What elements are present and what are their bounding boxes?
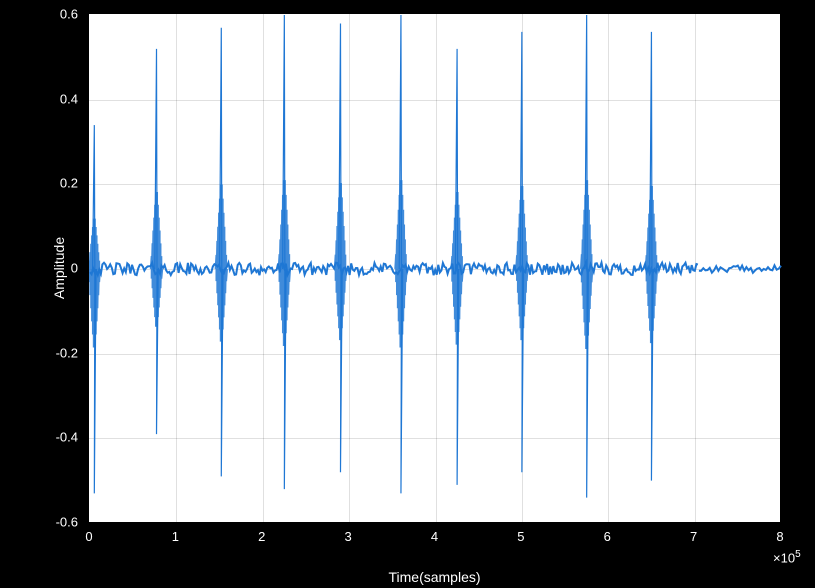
x-tick-label: 6 [604, 529, 611, 544]
y-tick-label: -0.4 [44, 430, 78, 445]
x-tick-label: 8 [776, 529, 783, 544]
y-tick-label: 0.6 [44, 7, 78, 22]
series-baseline [90, 263, 781, 276]
plot-area [88, 13, 781, 523]
impulse-ringing [646, 186, 656, 343]
x-tick-label: 3 [345, 529, 352, 544]
impulse-ringing [216, 185, 226, 342]
x-tick-label: 5 [517, 529, 524, 544]
x-tick-label: 7 [690, 529, 697, 544]
impulse-ringing [279, 180, 289, 346]
impulse-ringing [396, 180, 406, 347]
y-tick-label: 0.4 [44, 91, 78, 106]
x-tick-label: 4 [431, 529, 438, 544]
impulse-ringing [581, 180, 591, 349]
y-tick-label: 0.2 [44, 176, 78, 191]
impulse-ringing [335, 183, 345, 340]
x-axis-label: Time(samples) [388, 569, 480, 585]
y-tick-label: -0.2 [44, 345, 78, 360]
y-tick-label: -0.6 [44, 515, 78, 530]
impulse-ringing [452, 192, 462, 345]
impulse-ringing [89, 219, 99, 348]
x-tick-label: 0 [85, 529, 92, 544]
x-tick-label: 2 [258, 529, 265, 544]
chart-container: Amplitude Time(samples) ×105 012345678-0… [0, 0, 815, 588]
impulse-ringing [151, 192, 161, 327]
series-svg [89, 14, 782, 524]
y-tick-label: 0 [44, 261, 78, 276]
x-tick-label: 1 [172, 529, 179, 544]
x-axis-exponent: ×105 [773, 549, 801, 565]
impulse-ringing [517, 186, 527, 340]
